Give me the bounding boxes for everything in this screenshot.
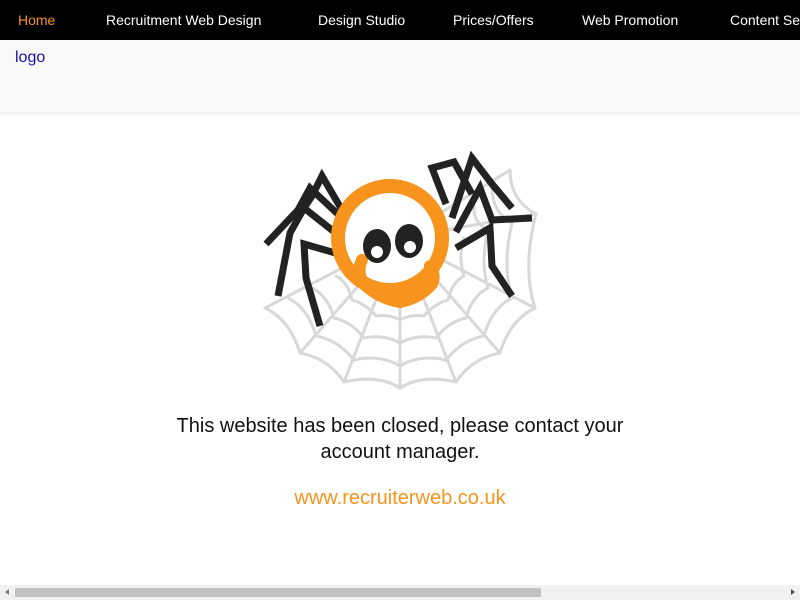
website-link[interactable]: www.recruiterweb.co.uk	[150, 485, 650, 511]
nav-item-content-services[interactable]: Content Se	[730, 0, 800, 40]
nav-item-prices-offers[interactable]: Prices/Offers	[453, 0, 534, 40]
site-logo[interactable]: logo	[15, 48, 45, 68]
closed-message: This website has been closed, please con…	[176, 415, 624, 463]
spider-face-icon	[331, 179, 449, 309]
spider-on-web-icon	[260, 148, 540, 390]
logo-alt-text: logo	[15, 49, 46, 66]
nav-item-recruitment-web-design[interactable]: Recruitment Web Design	[106, 0, 261, 40]
nav-item-web-promotion[interactable]: Web Promotion	[582, 0, 678, 40]
scroll-left-arrow-icon[interactable]	[0, 585, 15, 600]
nav-item-design-studio[interactable]: Design Studio	[318, 0, 405, 40]
site-header: logo	[0, 40, 800, 112]
scroll-right-arrow-icon[interactable]	[785, 585, 800, 600]
scrollbar-thumb[interactable]	[15, 588, 541, 597]
nav-item-home[interactable]: Home	[18, 0, 55, 40]
top-navigation-bar: Home Recruitment Web Design Design Studi…	[0, 0, 800, 40]
horizontal-scrollbar[interactable]	[0, 585, 800, 600]
